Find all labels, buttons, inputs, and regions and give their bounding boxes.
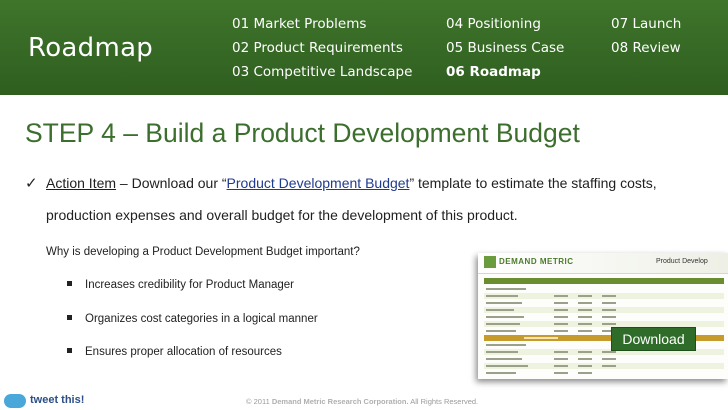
nav-item-launch[interactable]: 07 Launch bbox=[611, 12, 681, 36]
preview-row bbox=[484, 356, 724, 362]
action-item-line: Action Item – Download our “Product Deve… bbox=[46, 175, 657, 191]
nav-item-review[interactable]: 08 Review bbox=[611, 36, 681, 60]
twitter-bird-icon bbox=[4, 394, 26, 408]
bullet-item: Organizes cost categories in a logical m… bbox=[67, 313, 318, 325]
preview-table-header bbox=[484, 278, 724, 284]
section-title: Roadmap bbox=[28, 33, 154, 63]
bullet-item: Increases credibility for Product Manage… bbox=[67, 279, 294, 291]
preview-row bbox=[484, 300, 724, 306]
company-name: Demand Metric Research Corporation. bbox=[271, 397, 409, 406]
bullet-text: Increases credibility for Product Manage… bbox=[85, 279, 295, 291]
nav-column-3: 07 Launch 08 Review bbox=[611, 12, 681, 60]
rights-text: All Rights Reserved. bbox=[408, 397, 479, 406]
preview-row bbox=[484, 370, 724, 376]
template-preview[interactable]: DEMAND METRIC Product Develop bbox=[478, 253, 728, 379]
bullet-text: Organizes cost categories in a logical m… bbox=[85, 313, 318, 325]
preview-row bbox=[484, 293, 724, 299]
check-icon: ✓ bbox=[25, 175, 38, 192]
why-heading: Why is developing a Product Development … bbox=[46, 246, 360, 258]
tweet-this-button[interactable]: tweet this! bbox=[0, 393, 150, 410]
copyright-footer: © 2011 Demand Metric Research Corporatio… bbox=[246, 397, 478, 406]
header-bar: Roadmap 01 Market Problems 02 Product Re… bbox=[0, 0, 728, 95]
action-text-after: ” template to estimate the staffing cost… bbox=[409, 175, 657, 191]
preview-toolbar: DEMAND METRIC Product Develop bbox=[478, 253, 728, 274]
bullet-text: Ensures proper allocation of resources bbox=[85, 346, 282, 358]
nav-item-business-case[interactable]: 05 Business Case bbox=[446, 36, 564, 60]
preview-row bbox=[484, 286, 724, 292]
nav-column-2: 04 Positioning 05 Business Case 06 Roadm… bbox=[446, 12, 564, 84]
nav-item-positioning[interactable]: 04 Positioning bbox=[446, 12, 564, 36]
preview-logo-text: DEMAND METRIC bbox=[499, 257, 574, 266]
preview-row bbox=[484, 307, 724, 313]
bullet-square-icon bbox=[67, 315, 72, 321]
preview-row bbox=[484, 363, 724, 369]
bullet-square-icon bbox=[67, 281, 72, 287]
nav-column-1: 01 Market Problems 02 Product Requiremen… bbox=[232, 12, 412, 84]
product-budget-link[interactable]: Product Development Budget bbox=[227, 175, 410, 191]
nav-item-competitive-landscape[interactable]: 03 Competitive Landscape bbox=[232, 60, 412, 84]
nav-item-roadmap[interactable]: 06 Roadmap bbox=[446, 60, 564, 84]
action-item-label: Action Item bbox=[46, 175, 117, 191]
nav-item-market-problems[interactable]: 01 Market Problems bbox=[232, 12, 412, 36]
demand-metric-logo-icon bbox=[484, 256, 496, 268]
page-title: STEP 4 – Build a Product Development Bud… bbox=[25, 118, 580, 148]
download-button[interactable]: Download bbox=[611, 327, 696, 351]
bullet-item: Ensures proper allocation of resources bbox=[67, 346, 282, 358]
preview-doc-title: Product Develop bbox=[656, 258, 708, 265]
preview-row bbox=[484, 314, 724, 320]
nav-item-product-requirements[interactable]: 02 Product Requirements bbox=[232, 36, 412, 60]
action-text-before: – Download our “ bbox=[116, 175, 227, 191]
bullet-square-icon bbox=[67, 348, 72, 354]
action-item-line-2: production expenses and overall budget f… bbox=[46, 207, 518, 223]
copyright-prefix: © 2011 bbox=[246, 397, 272, 406]
tweet-this-label: tweet this! bbox=[30, 394, 85, 406]
